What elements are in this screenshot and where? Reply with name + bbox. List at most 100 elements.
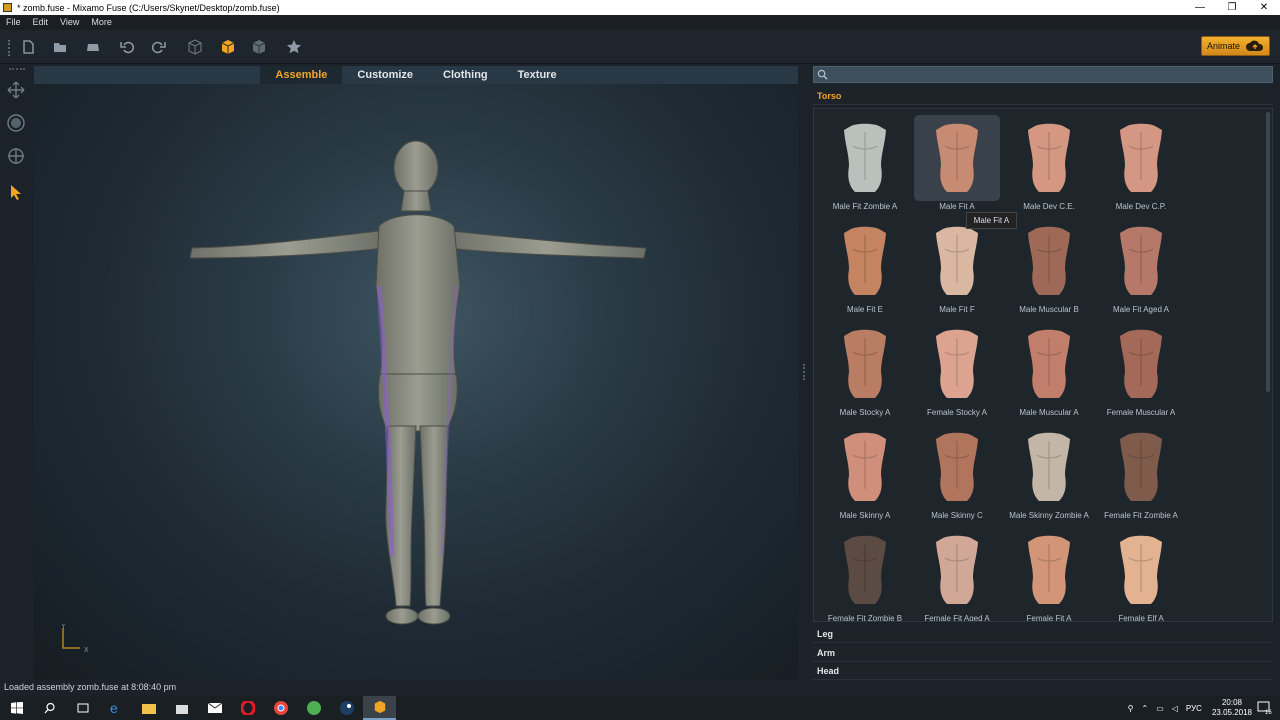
- tool-strip-grip[interactable]: [9, 68, 25, 71]
- torso-item[interactable]: Male Fit A: [912, 109, 1002, 211]
- torso-thumbnail: [822, 218, 908, 304]
- torso-item[interactable]: Female Fit Zombie B: [820, 521, 910, 621]
- menu-view[interactable]: View: [54, 15, 85, 30]
- wireframe-view-button[interactable]: [184, 37, 206, 57]
- chrome-app[interactable]: [264, 696, 297, 720]
- restore-icon[interactable]: ❐: [1216, 0, 1248, 15]
- tab-customize[interactable]: Customize: [342, 66, 428, 84]
- close-icon[interactable]: ✕: [1248, 0, 1280, 15]
- clock[interactable]: 20:08 23.05.2018: [1212, 698, 1252, 718]
- category-head[interactable]: Head: [813, 663, 1273, 680]
- svg-text:e: e: [110, 701, 118, 715]
- search-icon: [817, 69, 828, 80]
- clock-date: 23.05.2018: [1211, 708, 1252, 717]
- save-button[interactable]: [82, 37, 104, 57]
- opera-app[interactable]: [231, 696, 264, 720]
- tray-expand-icon[interactable]: ⌃: [1142, 704, 1149, 713]
- torso-item[interactable]: Female Muscular A: [1096, 315, 1186, 417]
- torso-item[interactable]: Male Dev C.P.: [1096, 109, 1186, 211]
- start-button[interactable]: [0, 696, 33, 720]
- axis-x-label: X: [84, 647, 88, 654]
- animate-button[interactable]: Animate: [1201, 36, 1270, 56]
- torso-item[interactable]: Female Fit Aged A: [912, 521, 1002, 621]
- globe-app[interactable]: [297, 696, 330, 720]
- menu-file[interactable]: File: [0, 15, 27, 30]
- panel-splitter[interactable]: [803, 364, 807, 380]
- select-tool-button[interactable]: [6, 182, 26, 202]
- undo-icon: [120, 41, 135, 54]
- windows-taskbar: e ⚲ ⌃ ▭ ◁ РУС 20:08 23.05.2018 16: [0, 696, 1280, 720]
- center-tool-button[interactable]: [6, 146, 26, 166]
- torso-item[interactable]: Female Stocky A: [912, 315, 1002, 417]
- people-icon[interactable]: ⚲: [1128, 704, 1134, 713]
- tab-clothing[interactable]: Clothing: [428, 66, 503, 84]
- torso-item[interactable]: Male Skinny C: [912, 418, 1002, 520]
- menu-bar: File Edit View More: [0, 15, 1280, 30]
- torso-item[interactable]: Male Skinny A: [820, 418, 910, 520]
- explorer-app[interactable]: [132, 696, 165, 720]
- favorites-button[interactable]: [283, 37, 305, 57]
- minimize-icon[interactable]: —: [1184, 0, 1216, 15]
- torso-thumbnail-icon: [1120, 123, 1162, 192]
- torso-thumbnail-icon: [1120, 535, 1162, 604]
- redo-button[interactable]: [148, 37, 170, 57]
- torso-item[interactable]: Male Dev C.E.: [1004, 109, 1094, 211]
- torso-thumbnail: [1098, 527, 1184, 613]
- torso-item[interactable]: Male Fit Aged A: [1096, 212, 1186, 314]
- torso-item[interactable]: Female Fit Zombie A: [1096, 418, 1186, 520]
- torso-thumbnail: [1098, 321, 1184, 407]
- menu-edit[interactable]: Edit: [27, 15, 55, 30]
- category-torso[interactable]: Torso: [813, 88, 1273, 105]
- category-arm[interactable]: Arm: [813, 645, 1273, 662]
- parts-panel: Torso Male Fit Zombie A Male Fit A Male De…: [813, 66, 1275, 680]
- torso-thumbnail-icon: [1028, 123, 1070, 192]
- new-file-button[interactable]: [17, 37, 39, 57]
- globe-icon: [306, 701, 321, 715]
- category-leg[interactable]: Leg: [813, 626, 1273, 643]
- steam-app[interactable]: [330, 696, 363, 720]
- grid-scrollbar[interactable]: [1266, 112, 1270, 392]
- main-toolbar: Animate: [0, 30, 1280, 64]
- tab-assemble[interactable]: Assemble: [260, 66, 343, 84]
- toolbar-grip[interactable]: [8, 40, 12, 56]
- star-icon: [286, 40, 302, 54]
- task-view-button[interactable]: [66, 696, 99, 720]
- network-icon[interactable]: ▭: [1156, 704, 1164, 713]
- wireframe-cube-icon: [188, 39, 202, 55]
- axis-y-label: Y: [61, 624, 66, 630]
- edge-app[interactable]: e: [99, 696, 132, 720]
- search-taskbar-button[interactable]: [33, 696, 66, 720]
- torso-item-label: Male Dev C.P.: [1115, 202, 1167, 211]
- rotate-tool-button[interactable]: [6, 113, 26, 133]
- crosshair-icon: [8, 148, 24, 164]
- search-field[interactable]: [813, 66, 1273, 83]
- zombie-character-model[interactable]: [184, 136, 654, 636]
- torso-thumbnail: [914, 527, 1000, 613]
- volume-icon[interactable]: ◁: [1172, 704, 1178, 713]
- open-file-button[interactable]: [49, 37, 71, 57]
- mail-app[interactable]: [198, 696, 231, 720]
- torso-item[interactable]: Male Skinny Zombie A: [1004, 418, 1094, 520]
- 3d-viewport[interactable]: Assemble Customize Clothing Texture Y X: [34, 66, 798, 680]
- notification-center-icon[interactable]: 16: [1257, 700, 1272, 715]
- solid-cube-icon: [221, 40, 235, 54]
- torso-item[interactable]: Male Muscular A: [1004, 315, 1094, 417]
- move-tool-button[interactable]: [6, 80, 26, 100]
- tab-texture[interactable]: Texture: [503, 66, 572, 84]
- torso-item[interactable]: Male Fit Zombie A: [820, 109, 910, 211]
- store-app[interactable]: [165, 696, 198, 720]
- torso-item[interactable]: Female Fit A: [1004, 521, 1094, 621]
- torso-item[interactable]: Male Stocky A: [820, 315, 910, 417]
- undo-button[interactable]: [116, 37, 138, 57]
- left-tool-strip: [0, 64, 33, 680]
- torso-item[interactable]: Male Muscular B: [1004, 212, 1094, 314]
- torso-item[interactable]: Female Elf A: [1096, 521, 1186, 621]
- status-bar: Loaded assembly zomb.fuse at 8:08:40 pm: [0, 680, 800, 696]
- textured-view-button[interactable]: [248, 37, 270, 57]
- fuse-app[interactable]: [363, 696, 396, 720]
- solid-view-button[interactable]: [217, 37, 239, 57]
- menu-more[interactable]: More: [85, 15, 118, 30]
- cursor-arrow-icon: [11, 185, 21, 200]
- torso-item[interactable]: Male Fit E: [820, 212, 910, 314]
- language-indicator[interactable]: РУС: [1186, 704, 1202, 713]
